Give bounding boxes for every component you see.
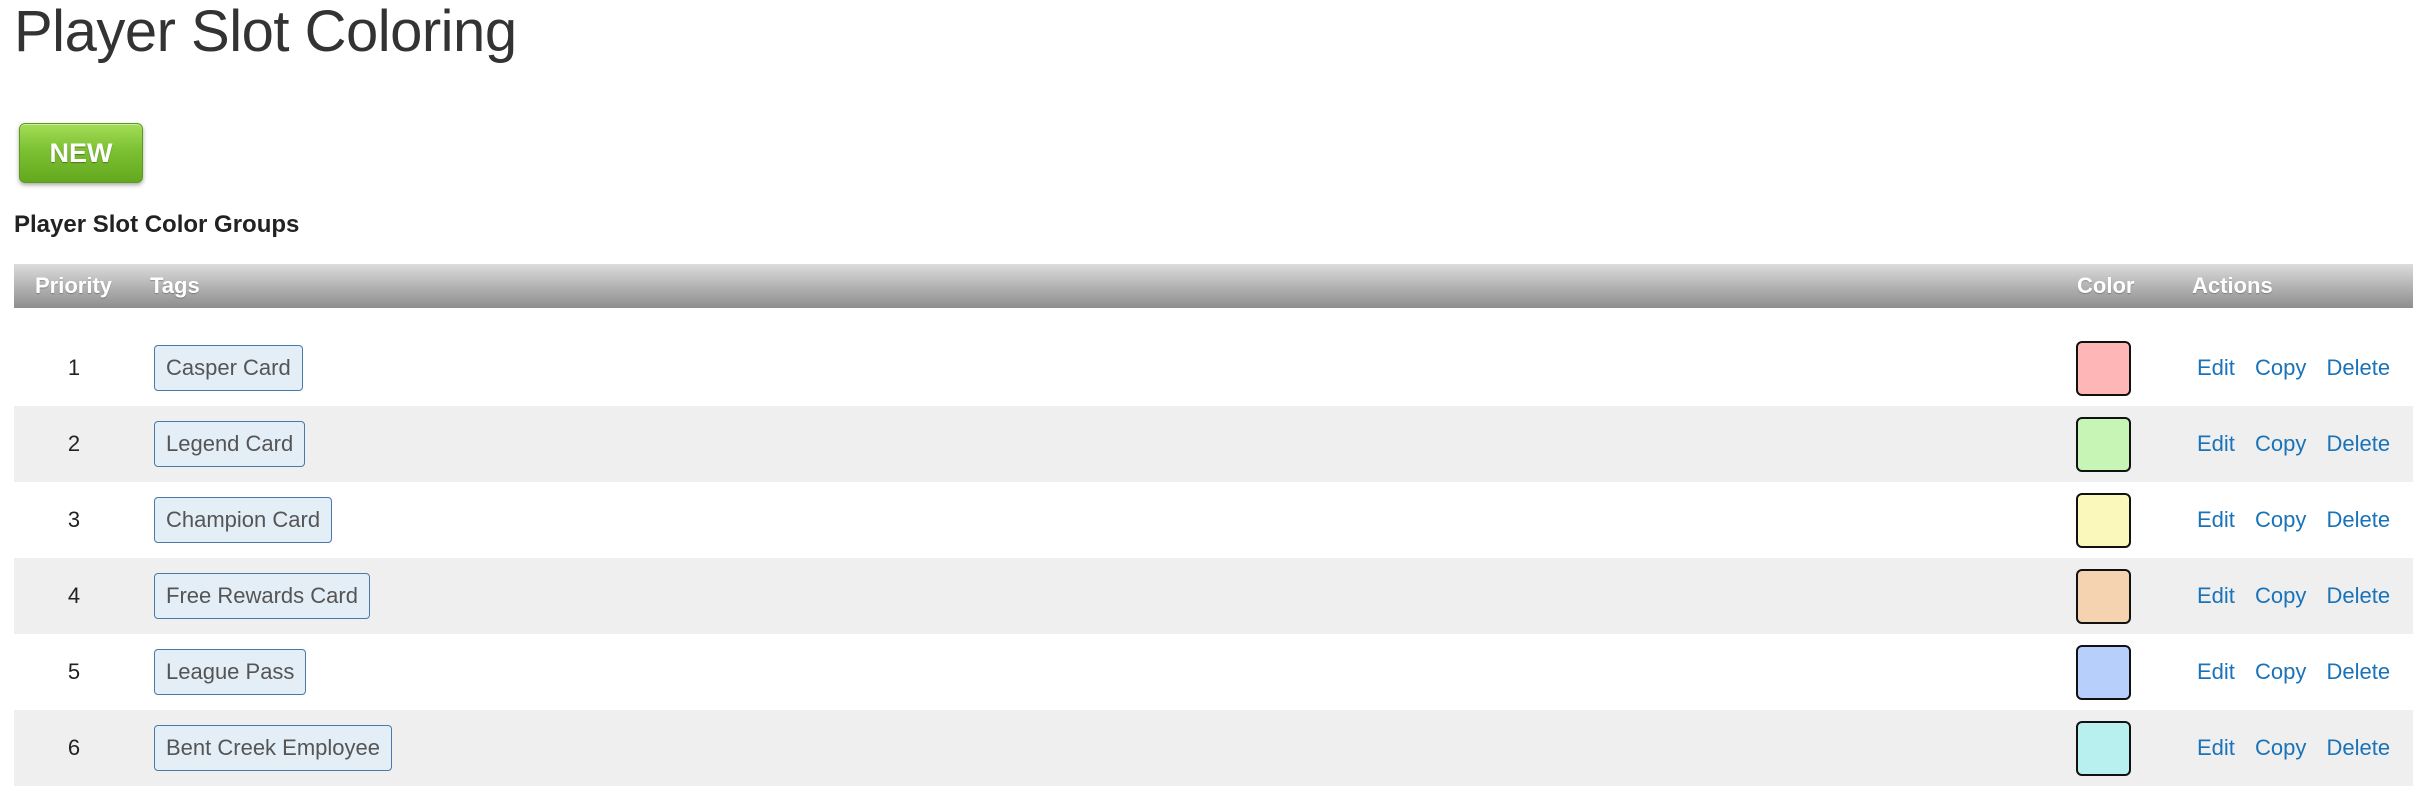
copy-link[interactable]: Copy bbox=[2255, 431, 2306, 456]
edit-link[interactable]: Edit bbox=[2197, 431, 2235, 456]
delete-link[interactable]: Delete bbox=[2327, 583, 2391, 608]
priority-value: 2 bbox=[67, 431, 81, 456]
table-row: 5 League Pass Edit Copy Delete bbox=[14, 634, 2413, 710]
table-row: 3 Champion Card Edit Copy Delete bbox=[14, 482, 2413, 558]
row-actions: Edit Copy Delete bbox=[2197, 558, 2404, 634]
row-actions: Edit Copy Delete bbox=[2197, 710, 2404, 786]
priority-value: 4 bbox=[67, 583, 81, 608]
priority-value: 5 bbox=[67, 659, 81, 684]
new-button[interactable]: NEW bbox=[19, 123, 143, 183]
copy-link[interactable]: Copy bbox=[2255, 659, 2306, 684]
copy-link[interactable]: Copy bbox=[2255, 355, 2306, 380]
color-groups-table: Priority Tags Color Actions 1 Casper Car… bbox=[14, 264, 2413, 786]
tag-chip[interactable]: Free Rewards Card bbox=[154, 573, 370, 619]
color-swatch bbox=[2076, 569, 2131, 624]
header-tags: Tags bbox=[150, 273, 200, 298]
edit-link[interactable]: Edit bbox=[2197, 355, 2235, 380]
delete-link[interactable]: Delete bbox=[2327, 431, 2391, 456]
priority-value: 1 bbox=[67, 355, 81, 380]
tag-chip[interactable]: Bent Creek Employee bbox=[154, 725, 392, 771]
edit-link[interactable]: Edit bbox=[2197, 735, 2235, 760]
section-title: Player Slot Color Groups bbox=[14, 211, 300, 238]
color-swatch bbox=[2076, 493, 2131, 548]
tag-chip[interactable]: Champion Card bbox=[154, 497, 333, 543]
copy-link[interactable]: Copy bbox=[2255, 507, 2306, 532]
copy-link[interactable]: Copy bbox=[2255, 735, 2306, 760]
color-swatch bbox=[2076, 645, 2131, 700]
color-swatch bbox=[2076, 721, 2131, 776]
edit-link[interactable]: Edit bbox=[2197, 507, 2235, 532]
header-priority: Priority bbox=[35, 273, 113, 298]
priority-value: 3 bbox=[67, 507, 81, 532]
tag-chip[interactable]: League Pass bbox=[154, 649, 307, 695]
delete-link[interactable]: Delete bbox=[2327, 355, 2391, 380]
delete-link[interactable]: Delete bbox=[2327, 735, 2391, 760]
row-actions: Edit Copy Delete bbox=[2197, 330, 2404, 406]
row-actions: Edit Copy Delete bbox=[2197, 634, 2404, 710]
edit-link[interactable]: Edit bbox=[2197, 659, 2235, 684]
table-row: 6 Bent Creek Employee Edit Copy Delete bbox=[14, 710, 2413, 786]
priority-value: 6 bbox=[67, 735, 81, 760]
row-actions: Edit Copy Delete bbox=[2197, 482, 2404, 558]
delete-link[interactable]: Delete bbox=[2327, 659, 2391, 684]
page: Player Slot Coloring NEW Player Slot Col… bbox=[0, 0, 2426, 808]
page-title: Player Slot Coloring bbox=[14, 0, 517, 64]
table-body: 1 Casper Card Edit Copy Delete 2 Legend … bbox=[14, 330, 2413, 786]
delete-link[interactable]: Delete bbox=[2327, 507, 2391, 532]
tag-chip[interactable]: Legend Card bbox=[154, 421, 306, 467]
table-header: Priority Tags Color Actions bbox=[14, 264, 2413, 308]
table-row: 2 Legend Card Edit Copy Delete bbox=[14, 406, 2413, 482]
tag-chip[interactable]: Casper Card bbox=[154, 345, 303, 391]
color-swatch bbox=[2076, 417, 2131, 472]
header-color: Color bbox=[2077, 273, 2135, 298]
table-row: 4 Free Rewards Card Edit Copy Delete bbox=[14, 558, 2413, 634]
header-actions: Actions bbox=[2192, 273, 2273, 298]
edit-link[interactable]: Edit bbox=[2197, 583, 2235, 608]
table-row: 1 Casper Card Edit Copy Delete bbox=[14, 330, 2413, 406]
row-actions: Edit Copy Delete bbox=[2197, 406, 2404, 482]
color-swatch bbox=[2076, 341, 2131, 396]
copy-link[interactable]: Copy bbox=[2255, 583, 2306, 608]
